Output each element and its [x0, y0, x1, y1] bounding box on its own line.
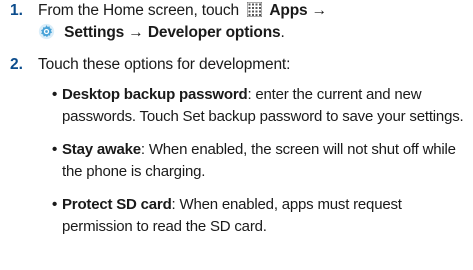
step-1-text: From the Home screen, touch — [38, 2, 239, 19]
apps-grid-icon — [247, 2, 263, 17]
bullet-glyph: • — [52, 86, 58, 103]
bullet-text: When enabled, apps must request — [175, 196, 402, 213]
settings-gear-icon — [38, 23, 55, 40]
bullet-text: enter the current and new — [251, 86, 422, 103]
bullet-text: When enabled, the screen will not shut o… — [144, 141, 456, 158]
instruction-page: 1. From the Home screen, touch Apps → Se… — [0, 0, 473, 270]
step-1-line-2: Settings → Developer options. — [38, 23, 285, 42]
bullet-term: Protect SD card — [62, 196, 172, 213]
bullet-line-1: Stay awake: When enabled, the screen wil… — [62, 141, 456, 158]
arrow: → — [128, 24, 144, 41]
bullet-term: Stay awake — [62, 141, 141, 158]
apps-label: Apps — [269, 2, 308, 19]
bullet-glyph: • — [52, 141, 58, 158]
settings-label: Settings — [64, 24, 125, 41]
bullet-glyph: • — [52, 196, 58, 213]
bullet-line-2: permission to read the SD card. — [62, 218, 267, 235]
bullet-line-1: Desktop backup password: enter the curre… — [62, 86, 422, 103]
step-number: 2. — [10, 56, 23, 73]
step-number: 1. — [10, 2, 23, 19]
developer-options-label: Developer options — [147, 24, 281, 41]
arrow: → — [311, 2, 328, 19]
bullet-line-2: the phone is charging. — [62, 163, 206, 180]
period: . — [280, 24, 285, 41]
bullet-term: Desktop backup password — [62, 86, 248, 103]
bullet-line-1: Protect SD card: When enabled, apps must… — [62, 196, 402, 213]
bullet-line-2: passwords. Touch Set backup password to … — [62, 108, 464, 125]
step-2-text: Touch these options for development: — [38, 56, 291, 73]
step-1-line-1: From the Home screen, touch Apps → — [38, 2, 327, 20]
